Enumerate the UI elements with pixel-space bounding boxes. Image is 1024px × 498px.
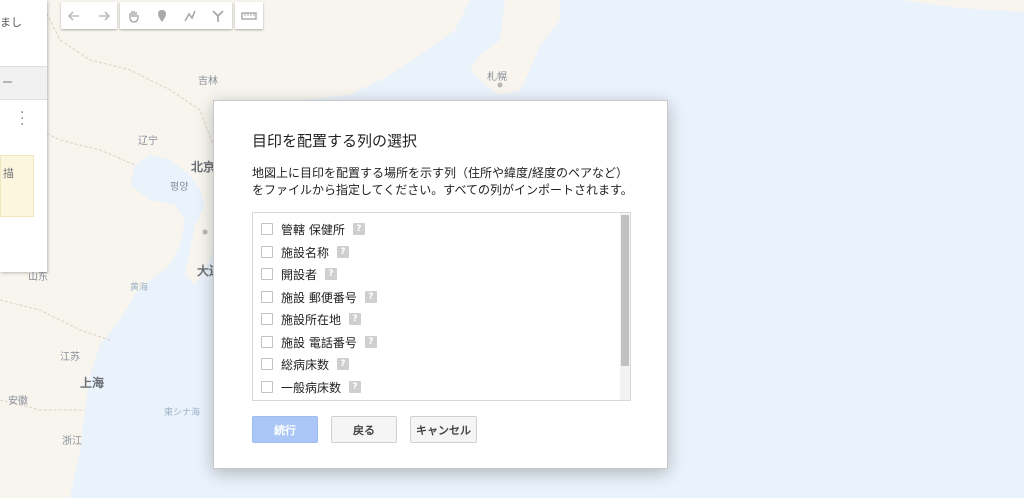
dialog-description: 地図上に目印を配置する場所を示す列（住所や緯度/経度のペアなど） をファイルから… <box>252 165 652 199</box>
back-button[interactable]: 戻る <box>331 416 397 443</box>
help-icon[interactable]: ? <box>352 223 365 235</box>
column-row[interactable]: 開設者 ? <box>261 264 338 284</box>
dialog-description-line1: 地図上に目印を配置する場所を示す列（住所や緯度/経度のペアなど） <box>252 166 629 180</box>
cancel-button[interactable]: キャンセル <box>410 416 477 443</box>
scrollbar-track[interactable] <box>620 213 630 400</box>
column-row[interactable]: 総病床数 ? <box>261 354 350 374</box>
help-icon[interactable]: ? <box>349 313 362 325</box>
column-checkbox[interactable] <box>261 313 273 325</box>
help-icon[interactable]: ? <box>337 246 350 258</box>
modal-overlay: 目印を配置する列の選択 地図上に目印を配置する場所を示す列（住所や緯度/経度のペ… <box>0 0 1024 498</box>
dialog-title: 目印を配置する列の選択 <box>252 132 418 150</box>
column-row[interactable]: 一般病床数 ? <box>261 377 362 397</box>
help-icon[interactable]: ? <box>337 358 350 370</box>
column-row[interactable]: 施設 郵便番号 ? <box>261 287 377 307</box>
column-checkbox[interactable] <box>261 358 273 370</box>
column-label: 総病床数 <box>281 357 330 372</box>
column-label: 施設名称 <box>281 245 330 260</box>
column-row[interactable]: 施設 電話番号 ? <box>261 332 377 352</box>
help-icon[interactable]: ? <box>364 336 377 348</box>
column-checkbox[interactable] <box>261 336 273 348</box>
help-icon[interactable]: ? <box>325 268 338 280</box>
column-label: 施設 電話番号 <box>281 335 357 350</box>
help-icon[interactable]: ? <box>364 291 377 303</box>
scrollbar-thumb[interactable] <box>621 215 629 366</box>
column-row[interactable]: 施設所在地 ? <box>261 309 362 329</box>
column-row[interactable]: 管轄 保健所 ? <box>261 219 365 239</box>
help-icon[interactable]: ? <box>349 381 362 393</box>
column-checkbox[interactable] <box>261 246 273 258</box>
column-checkbox[interactable] <box>261 381 273 393</box>
dialog-description-line2: をファイルから指定してください。すべての列がインポートされます。 <box>252 183 633 197</box>
column-label: 一般病床数 <box>281 380 342 395</box>
column-label: 管轄 保健所 <box>281 222 345 237</box>
column-label: 施設所在地 <box>281 312 342 327</box>
continue-button[interactable]: 続行 <box>252 416 318 443</box>
column-checkbox[interactable] <box>261 268 273 280</box>
column-label: 施設 郵便番号 <box>281 290 357 305</box>
select-location-columns-dialog: 目印を配置する列の選択 地図上に目印を配置する場所を示す列（住所や緯度/経度のペ… <box>213 100 668 469</box>
column-label: 開設者 <box>281 267 318 282</box>
column-row[interactable]: 施設名称 ? <box>261 242 350 262</box>
column-checkbox[interactable] <box>261 291 273 303</box>
column-list[interactable]: 管轄 保健所 ? 施設名称 ? 開設者 ? 施設 郵便番号 ? 施設所在地 ? … <box>252 212 631 401</box>
column-checkbox[interactable] <box>261 223 273 235</box>
